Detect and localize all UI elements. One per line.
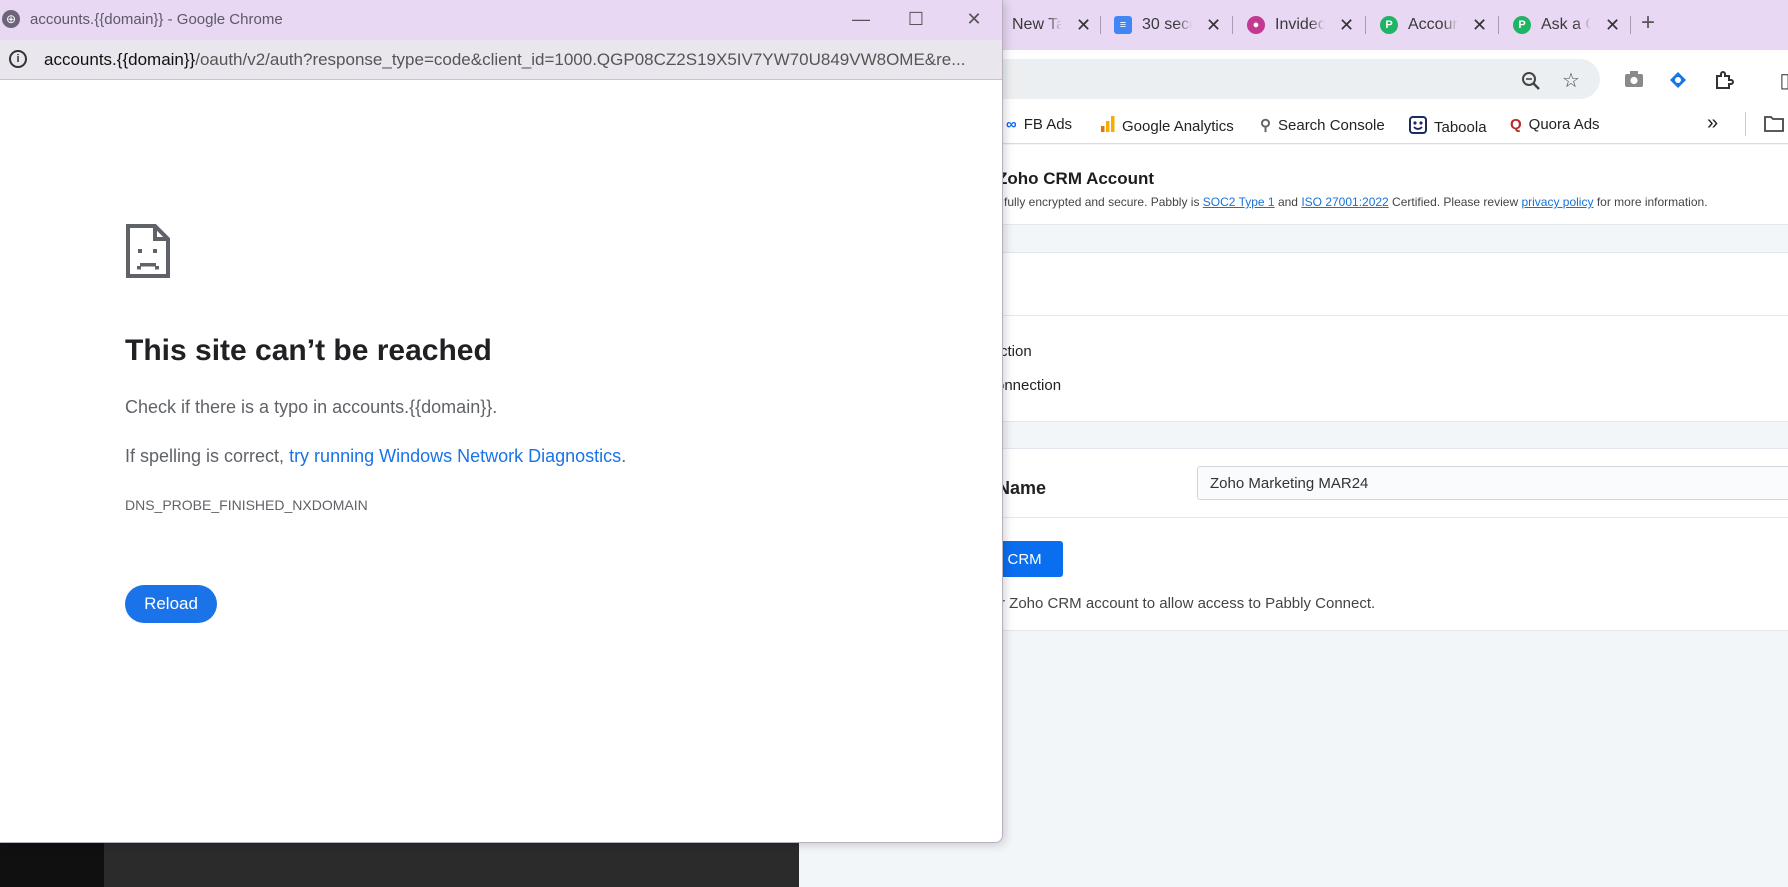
close-icon[interactable]: ✕ [959, 6, 989, 32]
quora-icon: Q [1510, 116, 1522, 133]
meta-icon: ∞ [1006, 116, 1017, 133]
bookmarks-folder-icon[interactable] [1764, 115, 1784, 132]
hint-text: . [621, 446, 627, 466]
close-tab-icon[interactable]: ✕ [1076, 15, 1091, 36]
zoom-icon[interactable] [1520, 70, 1542, 92]
bookmark-google-analytics[interactable]: Google Analytics [1101, 116, 1234, 136]
hint-text: If spelling is correct, [125, 446, 290, 466]
error-typo-hint: Check if there is a typo in accounts.{{d… [125, 397, 498, 417]
invideo-icon: ● [1247, 16, 1265, 34]
error-diagnostics-hint: If spelling is correct, try running Wind… [125, 446, 626, 467]
bookmark-label: Quora Ads [1528, 116, 1600, 133]
privacy-policy-link[interactable]: privacy policy [1521, 195, 1593, 209]
close-tab-icon[interactable]: ✕ [1206, 15, 1221, 36]
option-add-new-connection[interactable]: ction [1000, 343, 1032, 360]
bookmark-quora-ads[interactable]: Q Quora Ads [1510, 116, 1600, 133]
tab-ask-question[interactable]: P Ask a Question ✕ [1513, 9, 1620, 41]
tab-docs[interactable]: ≡ 30 seconds ✕ [1114, 9, 1221, 41]
close-tab-icon[interactable]: ✕ [1605, 15, 1620, 36]
sad-page-icon [125, 223, 171, 284]
side-panel-icon[interactable]: ▯ [1774, 70, 1788, 92]
bookmark-label: Search Console [1278, 116, 1385, 134]
bookmark-search-console[interactable]: ⚲ Search Console [1260, 116, 1385, 135]
connection-name-input[interactable] [1197, 466, 1788, 500]
tab-separator [1232, 16, 1233, 34]
popup-title-bar: ⊕ accounts.{{domain}} - Google Chrome — … [0, 0, 1002, 40]
close-tab-icon[interactable]: ✕ [1339, 15, 1354, 36]
globe-icon: ⊕ [2, 10, 20, 28]
bookmark-separator [1745, 112, 1746, 136]
new-tab-plus-icon[interactable]: + [1641, 9, 1655, 37]
tab-separator [1630, 16, 1631, 34]
background-panel [104, 842, 799, 887]
notice-text: fully encrypted and secure. Pabbly is [1004, 195, 1203, 209]
reload-button[interactable]: Reload [125, 585, 217, 623]
camera-icon[interactable] [1623, 70, 1645, 92]
error-code: DNS_PROBE_FINISHED_NXDOMAIN [125, 497, 368, 513]
notice-text: for more information. [1593, 195, 1708, 209]
bookmarks-more-icon[interactable]: » [1707, 112, 1718, 135]
oauth-popup-window: ⊕ accounts.{{domain}} - Google Chrome — … [0, 0, 1003, 843]
bookmark-fb-ads[interactable]: ∞ FB Ads [1006, 116, 1072, 133]
url-host: accounts.{{domain}} [44, 50, 196, 69]
pabbly-icon: P [1380, 16, 1398, 34]
close-tab-icon[interactable]: ✕ [1472, 15, 1487, 36]
popup-address-bar[interactable]: i accounts.{{domain}}/oauth/v2/auth?resp… [0, 40, 1002, 80]
extension-tag-icon[interactable] [1667, 70, 1689, 92]
bookmark-label: Taboola [1434, 118, 1487, 136]
extensions-puzzle-icon[interactable] [1713, 70, 1735, 92]
background-panel [0, 842, 104, 887]
analytics-icon [1101, 116, 1115, 136]
search-console-icon: ⚲ [1260, 117, 1271, 134]
tab-accounts[interactable]: P Accounts ✕ [1380, 9, 1487, 41]
tab-label: Ask a Question [1541, 16, 1591, 33]
tab-separator [1365, 16, 1366, 34]
url-path: /oauth/v2/auth?response_type=code&client… [195, 50, 966, 69]
tab-invideo[interactable]: ● Invideo ✕ [1247, 9, 1354, 41]
error-heading: This site can’t be reached [125, 334, 492, 367]
tab-label: Accounts [1408, 16, 1458, 33]
bookmark-taboola[interactable]: Taboola [1409, 116, 1487, 138]
tab-separator [1498, 16, 1499, 34]
tab-label: Invideo [1275, 16, 1325, 33]
site-info-icon[interactable]: i [9, 50, 27, 68]
tab-label: New Tab [1012, 16, 1062, 33]
popup-title: accounts.{{domain}} - Google Chrome [30, 11, 283, 28]
option-existing-connection[interactable]: onnection [996, 377, 1061, 394]
security-notice: fully encrypted and secure. Pabbly is SO… [1004, 195, 1708, 209]
page-title: Zoho CRM Account [997, 169, 1155, 188]
bookmark-star-icon[interactable]: ☆ [1560, 70, 1582, 92]
error-page: This site can’t be reached Check if ther… [0, 81, 1002, 842]
bookmark-label: Google Analytics [1122, 117, 1234, 135]
iso-link[interactable]: ISO 27001:2022 [1301, 195, 1388, 209]
docs-icon: ≡ [1114, 16, 1132, 34]
connect-help-text: r Zoho CRM account to allow access to Pa… [1000, 595, 1376, 612]
tab-separator [1100, 16, 1101, 34]
maximize-icon[interactable]: ☐ [901, 6, 931, 32]
soc2-link[interactable]: SOC2 Type 1 [1203, 195, 1275, 209]
popup-url[interactable]: accounts.{{domain}}/oauth/v2/auth?respon… [44, 50, 984, 70]
bookmark-label: FB Ads [1023, 116, 1073, 133]
tab-new-tab[interactable]: New Tab ✕ [1012, 9, 1091, 41]
connection-name-label: Name [997, 478, 1047, 498]
tab-label: 30 seconds [1142, 16, 1192, 33]
network-diagnostics-link[interactable]: try running Windows Network Diagnostics [289, 446, 621, 466]
minimize-icon[interactable]: — [846, 6, 876, 32]
taboola-icon [1409, 116, 1427, 138]
pabbly-icon: P [1513, 16, 1531, 34]
notice-text: Certified. Please review [1388, 195, 1522, 209]
notice-text: and [1274, 195, 1302, 209]
